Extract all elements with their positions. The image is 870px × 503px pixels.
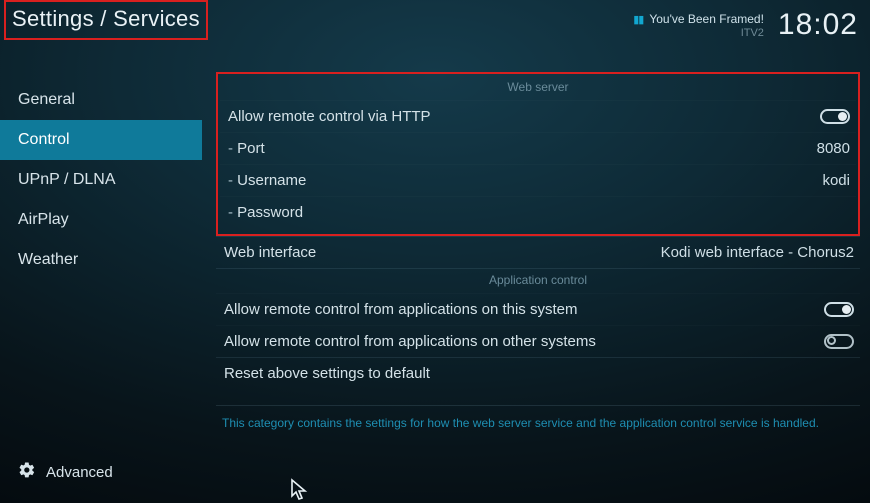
sidebar-item-weather[interactable]: Weather <box>0 240 202 280</box>
setting-port[interactable]: Port 8080 <box>220 132 856 164</box>
section-heading-appcontrol: Application control <box>216 268 860 293</box>
section-heading-webserver: Web server <box>220 76 856 100</box>
highlight-webserver-group: Web server Allow remote control via HTTP… <box>216 72 860 236</box>
setting-value: Kodi web interface - Chorus2 <box>661 244 854 261</box>
settings-level-label: Advanced <box>46 464 113 481</box>
breadcrumb: Settings / Services <box>12 6 200 32</box>
setting-label: Reset above settings to default <box>224 365 430 382</box>
now-playing[interactable]: ▮▮ You've Been Framed! ITV2 <box>633 8 764 39</box>
setting-web-interface[interactable]: Web interface Kodi web interface - Choru… <box>216 236 860 268</box>
setting-label: Allow remote control via HTTP <box>228 108 431 125</box>
setting-allow-remote-apps[interactable]: Allow remote control from applications o… <box>216 325 860 357</box>
sidebar-item-general[interactable]: General <box>0 80 202 120</box>
main-panel: Web server Allow remote control via HTTP… <box>202 58 870 503</box>
sidebar: General Control UPnP / DLNA AirPlay Weat… <box>0 58 202 503</box>
setting-label: Allow remote control from applications o… <box>224 301 577 318</box>
setting-value: 8080 <box>817 140 850 157</box>
clock: 18:02 <box>778 8 858 42</box>
toggle-icon <box>824 302 854 317</box>
setting-username[interactable]: Username kodi <box>220 164 856 196</box>
sidebar-item-label: Control <box>18 131 70 148</box>
sidebar-item-airplay[interactable]: AirPlay <box>0 200 202 240</box>
setting-reset-defaults[interactable]: Reset above settings to default <box>216 357 860 389</box>
sidebar-item-control[interactable]: Control <box>0 120 202 160</box>
header-right: ▮▮ You've Been Framed! ITV2 18:02 <box>633 8 858 42</box>
setting-allow-http[interactable]: Allow remote control via HTTP <box>220 100 856 132</box>
setting-label: Port <box>228 140 265 157</box>
footer-hint: This category contains the settings for … <box>216 405 860 440</box>
highlight-breadcrumb: Settings / Services <box>4 0 208 40</box>
setting-label: Username <box>228 172 306 189</box>
sidebar-item-label: UPnP / DLNA <box>18 171 116 188</box>
settings-level-button[interactable]: Advanced <box>0 449 202 503</box>
setting-value: kodi <box>822 172 850 189</box>
sidebar-item-label: AirPlay <box>18 211 69 228</box>
setting-label: Password <box>228 204 303 221</box>
sidebar-item-label: Weather <box>18 251 78 268</box>
setting-label: Allow remote control from applications o… <box>224 333 596 350</box>
gear-icon <box>18 461 36 483</box>
now-playing-title: You've Been Framed! <box>649 12 764 26</box>
setting-label: Web interface <box>224 244 316 261</box>
toggle-icon <box>824 334 854 349</box>
sidebar-item-label: General <box>18 91 75 108</box>
setting-allow-local-apps[interactable]: Allow remote control from applications o… <box>216 293 860 325</box>
setting-password[interactable]: Password <box>220 196 856 228</box>
toggle-icon <box>820 109 850 124</box>
pause-icon: ▮▮ <box>633 13 643 26</box>
sidebar-item-upnp[interactable]: UPnP / DLNA <box>0 160 202 200</box>
now-playing-channel: ITV2 <box>633 27 764 39</box>
